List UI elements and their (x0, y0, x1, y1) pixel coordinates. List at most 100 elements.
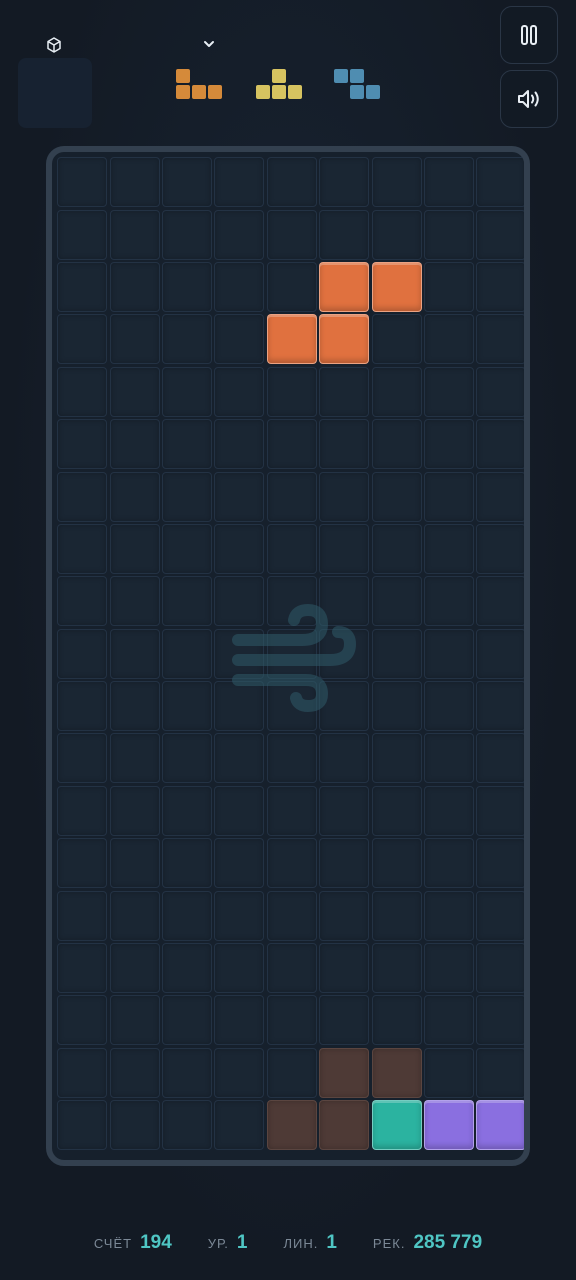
board-cell (476, 209, 524, 260)
board-cell (476, 261, 524, 312)
board-cell (423, 838, 474, 889)
board-cell (266, 1047, 317, 1098)
board-cell (57, 943, 108, 994)
board-cell (371, 209, 422, 260)
board-cell (319, 419, 370, 470)
board-cell (266, 523, 317, 574)
board-cell (423, 209, 474, 260)
board-cell (266, 419, 317, 470)
board-cell (109, 1100, 160, 1151)
board-cell-ghost (319, 1047, 370, 1098)
speaker-icon (518, 90, 539, 108)
board-cell (214, 785, 265, 836)
board-cell (476, 523, 524, 574)
board-cell (57, 995, 108, 1046)
board-cell (161, 1047, 212, 1098)
board-cell (161, 890, 212, 941)
board-cell (57, 209, 108, 260)
board-cell (57, 1047, 108, 1098)
board-cell (371, 890, 422, 941)
board-cell-active (266, 314, 317, 365)
board-cell (371, 943, 422, 994)
board-cell (423, 681, 474, 732)
pause-button[interactable] (500, 6, 558, 64)
board-cell (214, 366, 265, 417)
board-cell (371, 681, 422, 732)
board-cell (319, 785, 370, 836)
score-stat: СЧЁТ 194 (94, 1232, 172, 1254)
sound-button[interactable] (500, 70, 558, 128)
board-cell (266, 209, 317, 260)
chevron-down-icon[interactable] (200, 35, 218, 53)
wind-icon (232, 603, 357, 712)
board-cell (57, 838, 108, 889)
board-cell (109, 785, 160, 836)
board-cell (266, 157, 317, 208)
board-cell (109, 576, 160, 627)
board-cell-active (371, 261, 422, 312)
board-cell (214, 733, 265, 784)
board-cell (423, 523, 474, 574)
next-piece-block (366, 85, 380, 99)
board-cell (57, 366, 108, 417)
board-cell-active (319, 314, 370, 365)
board-cell (109, 943, 160, 994)
board-cell (109, 838, 160, 889)
score-value: 194 (140, 1232, 172, 1253)
board-cell (109, 681, 160, 732)
board-cell (319, 471, 370, 522)
board-cell (371, 628, 422, 679)
status-bar: СЧЁТ 194 УР. 1 ЛИН. 1 РЕК. 285 779 (0, 1232, 576, 1264)
board-cell (476, 785, 524, 836)
board-cell (423, 419, 474, 470)
board-cell (161, 576, 212, 627)
board-cell (161, 681, 212, 732)
lines-label: ЛИН. (283, 1236, 319, 1251)
lines-stat: ЛИН. 1 (283, 1232, 336, 1254)
record-label: РЕК. (372, 1236, 406, 1251)
board-cell (109, 157, 160, 208)
board-cell (476, 890, 524, 941)
board-cell (214, 471, 265, 522)
board-cell (319, 890, 370, 941)
next-piece-block (272, 85, 286, 99)
board-cell (109, 995, 160, 1046)
board-cell (371, 995, 422, 1046)
hold-piece-slot[interactable] (18, 58, 92, 128)
board-cell (319, 523, 370, 574)
next-piece-block (288, 85, 302, 99)
board-cell (109, 314, 160, 365)
board-cell (57, 785, 108, 836)
board-cell (214, 261, 265, 312)
board-cell (266, 995, 317, 1046)
board-cell (319, 733, 370, 784)
board-cell (476, 943, 524, 994)
board-cell (476, 1047, 524, 1098)
cube-icon[interactable] (45, 36, 63, 54)
next-piece-block (256, 85, 270, 99)
next-piece-block (176, 69, 190, 83)
next-piece-block (350, 69, 364, 83)
board-cell (57, 314, 108, 365)
board-cell (423, 576, 474, 627)
board-cell-locked (423, 1100, 474, 1151)
next-piece-block (192, 85, 206, 99)
board-cell (423, 366, 474, 417)
board-cell (161, 471, 212, 522)
board-cell (319, 995, 370, 1046)
board-cell (423, 995, 474, 1046)
next-piece-block (176, 85, 190, 99)
board-cell (476, 628, 524, 679)
score-label: СЧЁТ (93, 1236, 133, 1251)
level-label: УР. (207, 1236, 229, 1251)
board-cell (214, 419, 265, 470)
next-piece-block (272, 69, 286, 83)
board-cell (214, 523, 265, 574)
board-cell (423, 157, 474, 208)
board-cell (161, 838, 212, 889)
board-cell (57, 890, 108, 941)
game-board[interactable] (46, 146, 530, 1166)
board-cell (423, 943, 474, 994)
board-cell (57, 523, 108, 574)
board-cell (109, 1047, 160, 1098)
